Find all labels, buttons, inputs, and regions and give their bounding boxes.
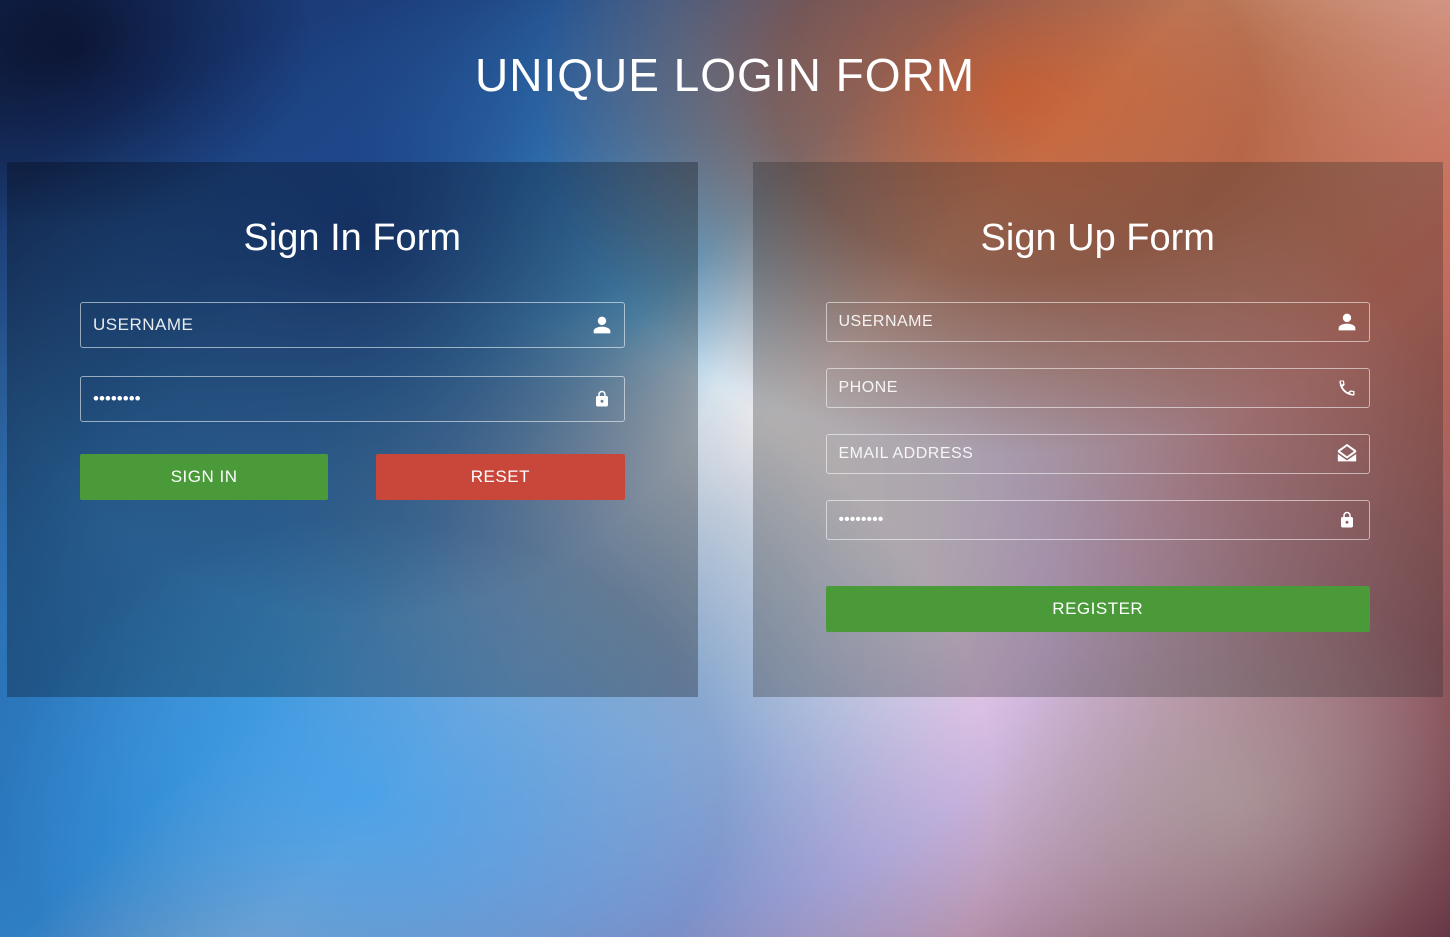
signin-username-wrapper [80,302,625,348]
signin-button[interactable]: SIGN IN [80,454,328,500]
page-title: UNIQUE LOGIN FORM [0,0,1450,112]
signup-password-wrapper [826,500,1371,540]
forms-container: Sign In Form SIGN IN RESET Sign Up Form [0,112,1450,697]
signin-password-input[interactable] [80,376,625,422]
register-button[interactable]: REGISTER [826,586,1371,632]
signin-password-wrapper [80,376,625,422]
mail-icon [1336,443,1358,465]
lock-icon [591,388,613,410]
signup-panel: Sign Up Form REGISTER [753,162,1444,697]
signup-username-input[interactable] [826,302,1371,342]
user-icon [1336,311,1358,333]
reset-button[interactable]: RESET [376,454,624,500]
signup-password-input[interactable] [826,500,1371,540]
lock-icon [1336,509,1358,531]
signin-panel: Sign In Form SIGN IN RESET [7,162,698,697]
signup-email-wrapper [826,434,1371,474]
signin-username-input[interactable] [80,302,625,348]
user-icon [591,314,613,336]
signup-username-wrapper [826,302,1371,342]
signup-title: Sign Up Form [826,217,1371,260]
signup-phone-input[interactable] [826,368,1371,408]
signup-phone-wrapper [826,368,1371,408]
signin-title: Sign In Form [80,217,625,260]
signin-button-row: SIGN IN RESET [80,454,625,500]
signup-email-input[interactable] [826,434,1371,474]
phone-icon [1336,377,1358,399]
